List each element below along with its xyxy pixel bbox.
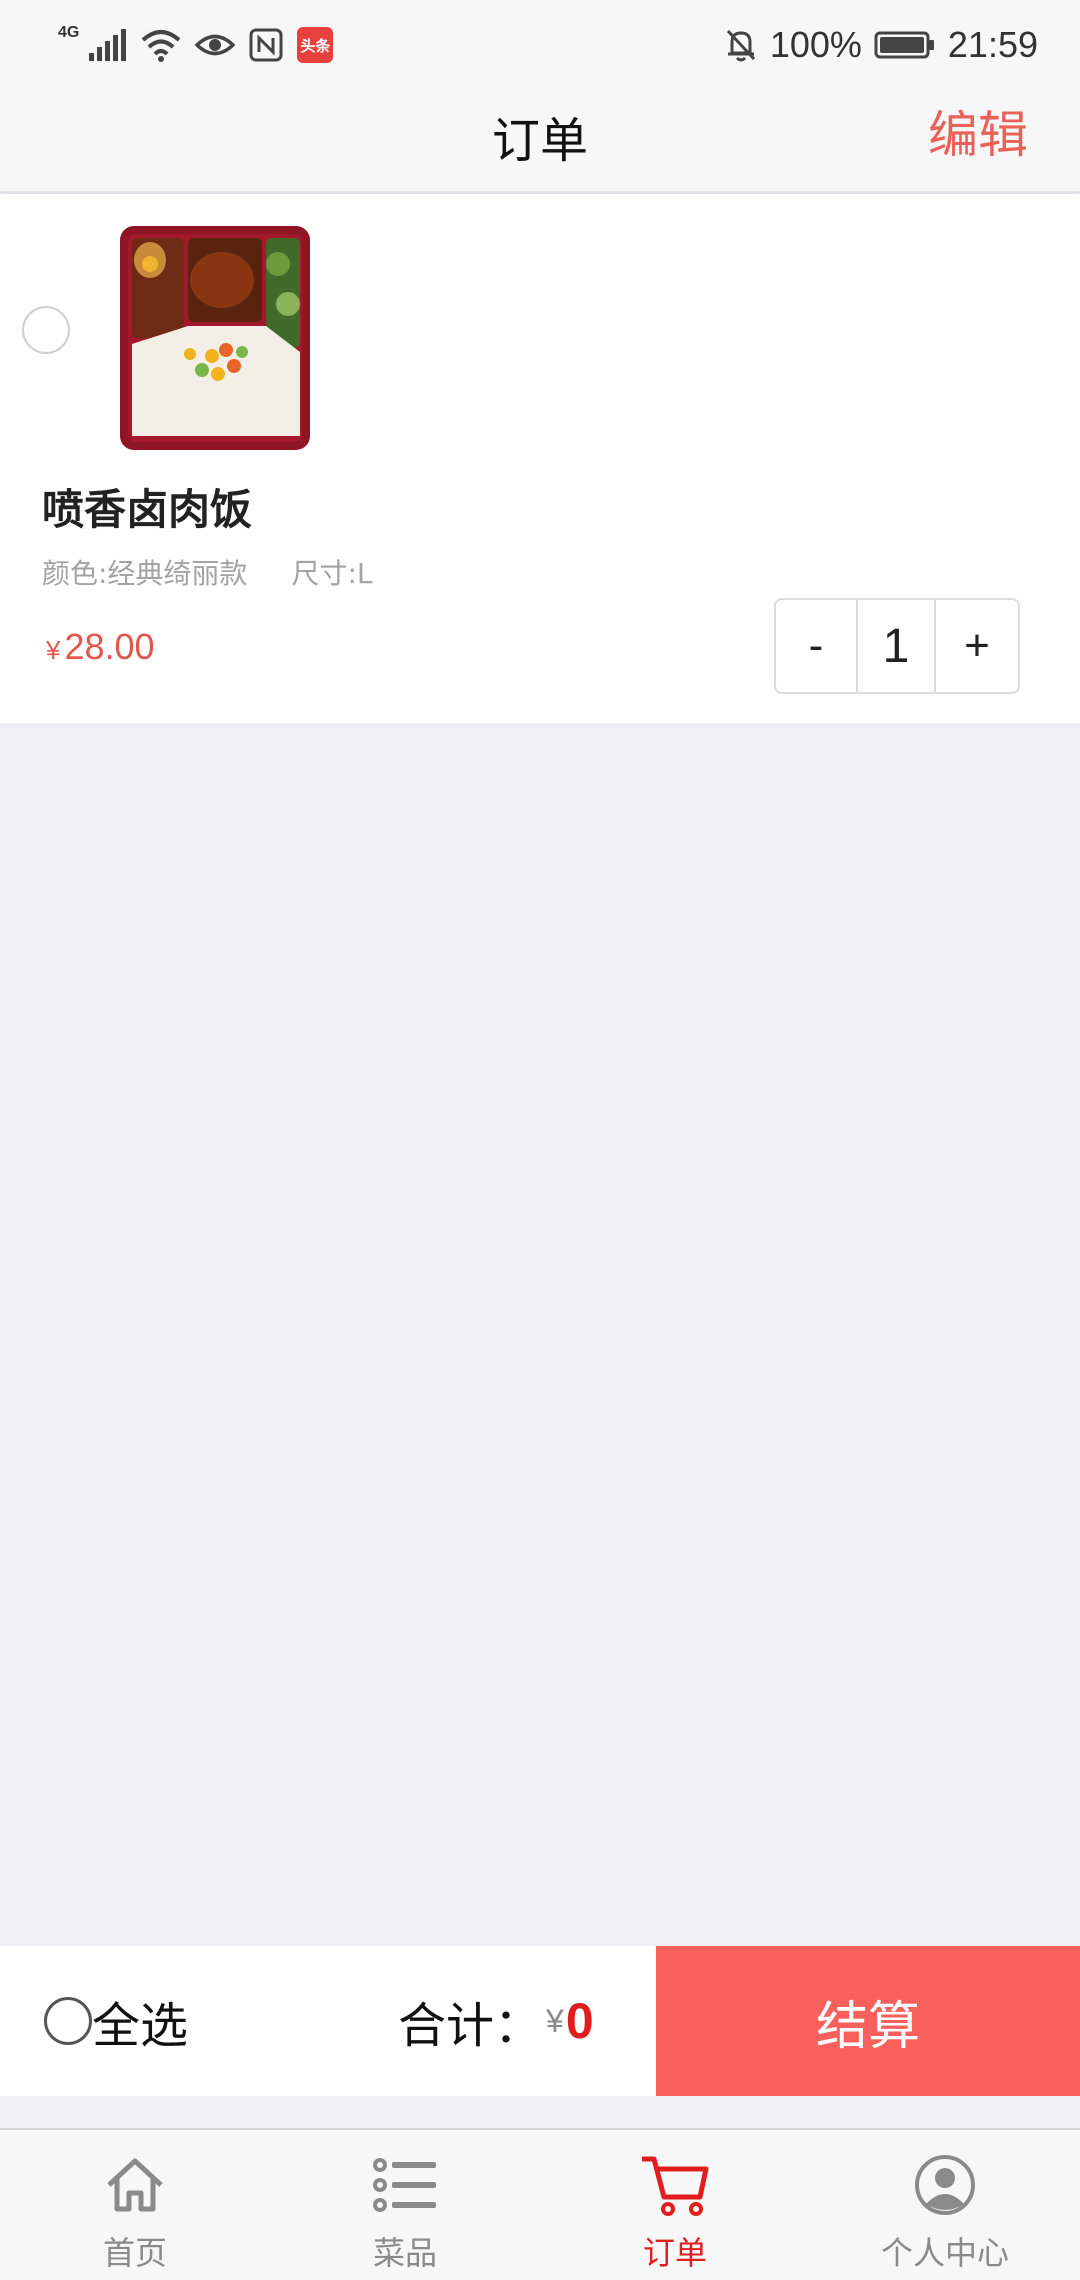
- signal-icon: [87, 27, 127, 63]
- tab-profile[interactable]: 个人中心: [810, 2130, 1080, 2280]
- status-right: 100% 21:59: [724, 24, 1038, 66]
- tab-bar: 首页 菜品 订单 个人中心: [0, 2128, 1080, 2280]
- select-all-radio[interactable]: [44, 1997, 92, 2045]
- status-left: 4G 头条: [58, 24, 334, 63]
- nav-bar: 订单 编辑: [0, 90, 1080, 192]
- tab-label: 订单: [642, 2234, 707, 2272]
- item-spec-size: 尺寸:L: [291, 557, 373, 590]
- price-value: 28.00: [64, 626, 155, 667]
- list-icon: [368, 2148, 442, 2222]
- select-all-label[interactable]: 全选: [92, 1986, 188, 2056]
- quantity-value[interactable]: 1: [858, 600, 936, 692]
- total: 合计： ¥ 0: [398, 1946, 594, 2096]
- checkout-bar: 全选 合计： ¥ 0 结算: [0, 1946, 1080, 2096]
- bell-off-icon: [724, 27, 758, 63]
- tab-label: 菜品: [372, 2234, 437, 2272]
- network-type: 4G: [58, 24, 80, 41]
- cart-item: 喷香卤肉饭 颜色:经典绮丽款 尺寸:L ¥28.00 - 1 +: [0, 194, 1080, 723]
- item-select-radio[interactable]: [22, 306, 70, 354]
- battery-percent: 100%: [769, 24, 862, 65]
- edit-button[interactable]: 编辑: [928, 90, 1028, 180]
- currency-symbol: ¥: [46, 635, 61, 665]
- total-amount: 0: [565, 1993, 594, 2049]
- item-name: 喷香卤肉饭: [42, 485, 253, 534]
- tab-label: 首页: [102, 2234, 167, 2272]
- quantity-stepper: - 1 +: [774, 598, 1020, 694]
- eye-icon: [195, 30, 236, 60]
- total-label: 合计：: [398, 1998, 543, 2054]
- cart-icon: [638, 2148, 712, 2222]
- tab-orders[interactable]: 订单: [540, 2130, 810, 2280]
- checkout-button[interactable]: 结算: [656, 1946, 1080, 2096]
- status-bar: 4G 头条 100% 21:59: [0, 0, 1080, 90]
- select-all[interactable]: 全选: [44, 1946, 188, 2096]
- page-title: 订单: [491, 113, 588, 169]
- clock: 21:59: [947, 24, 1038, 65]
- wifi-icon: [141, 28, 181, 62]
- food-image[interactable]: [118, 224, 312, 452]
- user-icon: [908, 2148, 982, 2222]
- tab-label: 个人中心: [880, 2234, 1009, 2272]
- item-specs: 颜色:经典绮丽款 尺寸:L: [42, 552, 372, 592]
- decrease-button[interactable]: -: [776, 600, 858, 692]
- item-price: ¥28.00: [46, 626, 155, 668]
- tab-home[interactable]: 首页: [0, 2130, 270, 2280]
- toutiao-app-icon: 头条: [297, 27, 334, 63]
- item-spec-color: 颜色:经典绮丽款: [42, 557, 248, 590]
- total-currency: ¥: [546, 2002, 564, 2039]
- increase-button[interactable]: +: [936, 600, 1018, 692]
- home-icon: [98, 2148, 172, 2222]
- battery-icon: [874, 30, 936, 60]
- nfc-icon: [249, 28, 283, 62]
- tab-dishes[interactable]: 菜品: [270, 2130, 540, 2280]
